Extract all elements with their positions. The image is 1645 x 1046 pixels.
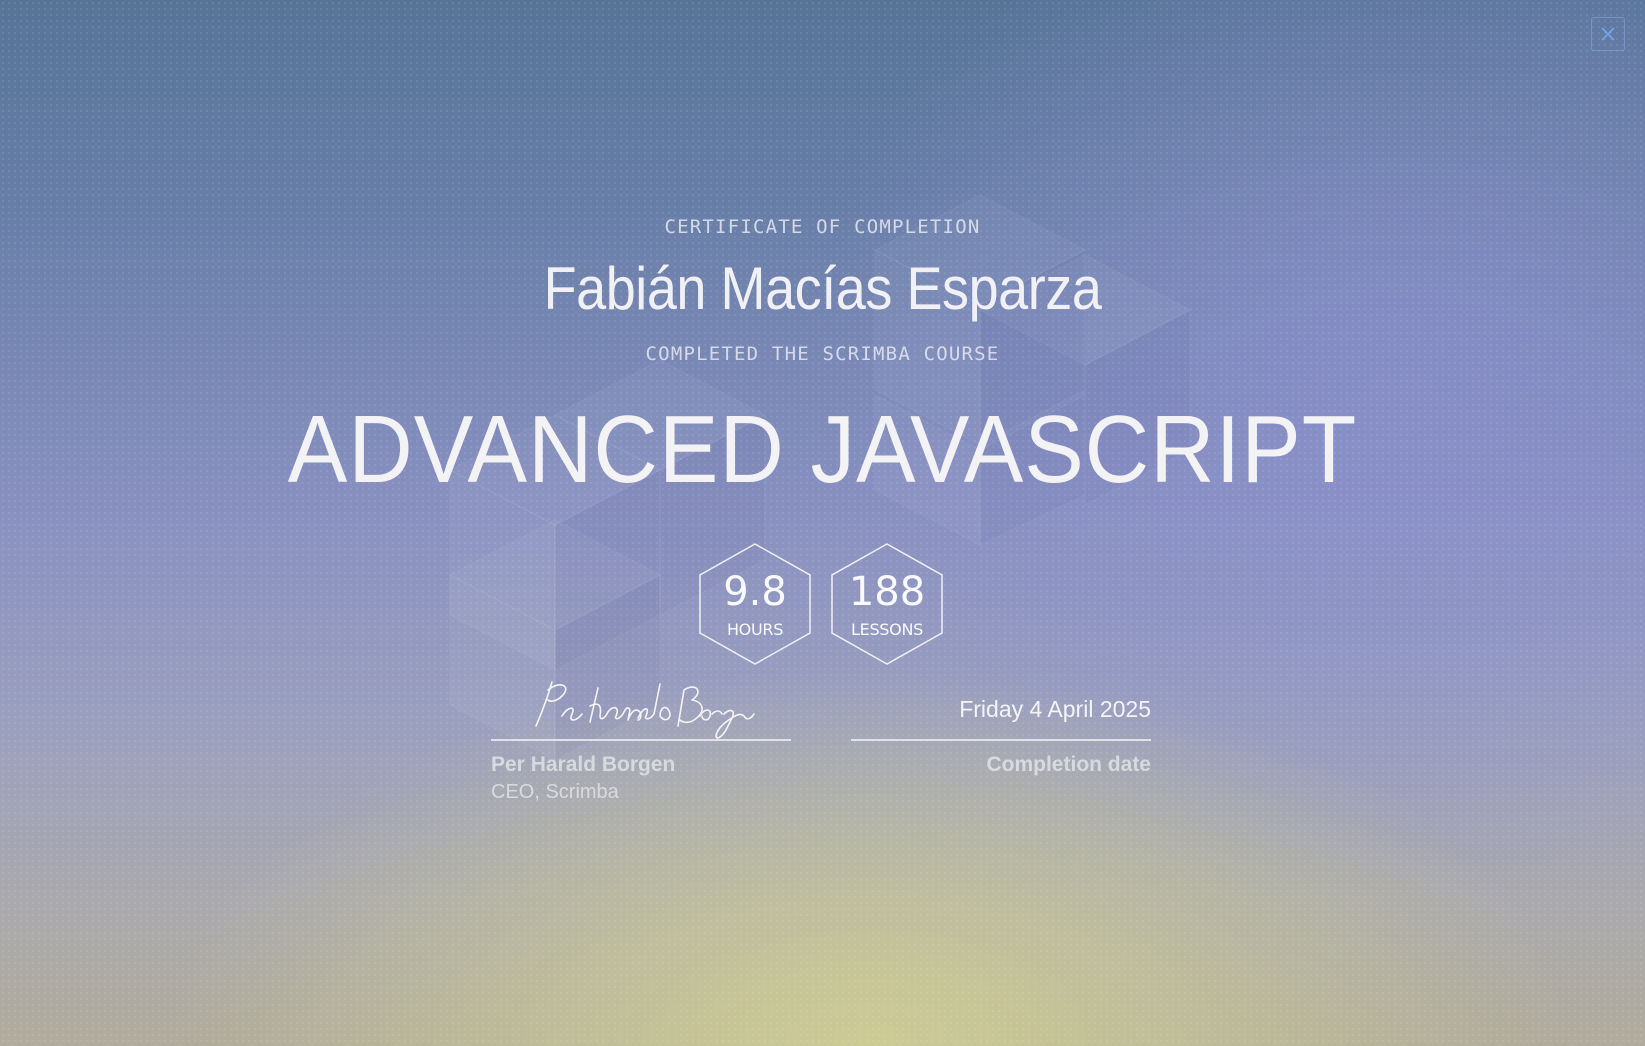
hours-label: HOURS (726, 620, 784, 639)
completion-date: Friday 4 April 2025 (959, 696, 1151, 722)
hours-value: 9.8 (723, 569, 787, 615)
lessons-stat: 188 LESSONS (829, 542, 945, 666)
lessons-label: LESSONS (851, 620, 923, 639)
certificate-subheading: COMPLETED THE SCRIMBA COURSE (645, 343, 1000, 365)
background-cubes-decoration (448, 194, 1192, 761)
course-title: ADVANCED JAVASCRIPT (287, 396, 1358, 503)
hours-stat: 9.8 HOURS (697, 542, 813, 666)
signature-line (491, 739, 791, 741)
date-line (851, 739, 1151, 741)
close-icon (1601, 27, 1615, 41)
signature-image (535, 681, 755, 739)
signer-name: Per Harald Borgen (491, 753, 676, 776)
lessons-value: 188 (848, 569, 926, 615)
completion-date-label: Completion date (986, 753, 1151, 776)
close-button[interactable] (1591, 17, 1625, 51)
signer-title: CEO, Scrimba (491, 781, 619, 803)
recipient-name: Fabián Macías Esparza (543, 255, 1102, 322)
certificate-heading: CERTIFICATE OF COMPLETION (664, 216, 981, 238)
